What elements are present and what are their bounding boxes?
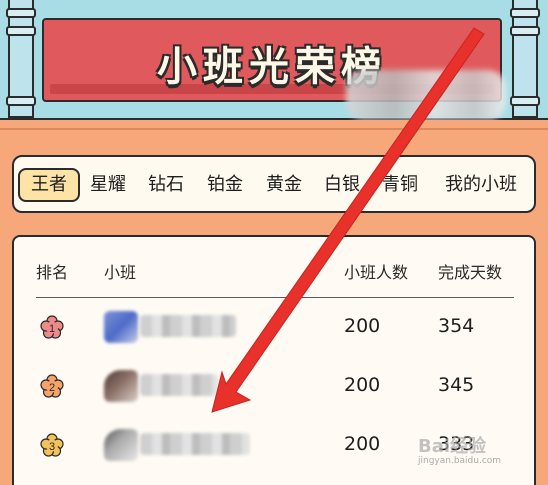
days-value: 345	[438, 374, 475, 396]
watermark-text: Bai经验	[418, 436, 487, 457]
tab-my-class[interactable]: 我的小班	[436, 168, 526, 202]
header-days: 完成天数	[438, 263, 503, 282]
header-members: 小班人数	[344, 263, 409, 282]
rank-1-flower-icon: 1	[40, 315, 64, 339]
tab-baiyin[interactable]: 白银	[316, 168, 368, 202]
header-divider	[36, 297, 514, 298]
class-name-blurred	[140, 315, 236, 337]
members-value: 200	[344, 433, 381, 455]
table-row[interactable]: 2 200 345	[14, 366, 534, 406]
avatar	[104, 370, 138, 402]
tab-bojin[interactable]: 铂金	[199, 168, 251, 202]
tab-huangjin[interactable]: 黄金	[258, 168, 310, 202]
tier-tab-bar: 王者 星耀 钻石 铂金 黄金 白银 青铜 我的小班	[12, 155, 536, 213]
watermark-url: jingyan.baidu.com	[418, 456, 502, 466]
blurred-logo	[346, 70, 506, 120]
left-pillar	[6, 0, 36, 118]
tab-qingtong[interactable]: 青铜	[374, 168, 426, 202]
svg-text:2: 2	[49, 382, 55, 394]
svg-text:1: 1	[49, 323, 55, 335]
rank-3-flower-icon: 3	[40, 433, 64, 457]
tab-xingyao[interactable]: 星耀	[82, 168, 134, 202]
tab-wangzhe[interactable]: 王者	[18, 168, 80, 202]
header-sky: 小班光荣榜	[0, 0, 548, 120]
class-name-blurred	[140, 374, 218, 396]
avatar	[104, 311, 138, 343]
class-name-blurred	[140, 433, 250, 455]
members-value: 200	[344, 315, 381, 337]
right-pillar	[510, 0, 540, 118]
tab-zuanshi[interactable]: 钻石	[140, 168, 192, 202]
header-class: 小班	[104, 263, 137, 282]
table-row[interactable]: 1 200 354	[14, 307, 534, 347]
svg-text:3: 3	[49, 441, 55, 453]
header-rank: 排名	[36, 263, 69, 282]
members-value: 200	[344, 374, 381, 396]
watermark: Bai经验 jingyan.baidu.com	[418, 432, 538, 468]
rank-2-flower-icon: 2	[40, 374, 64, 398]
wall-trim	[0, 128, 548, 130]
days-value: 354	[438, 315, 475, 337]
avatar	[104, 429, 138, 461]
